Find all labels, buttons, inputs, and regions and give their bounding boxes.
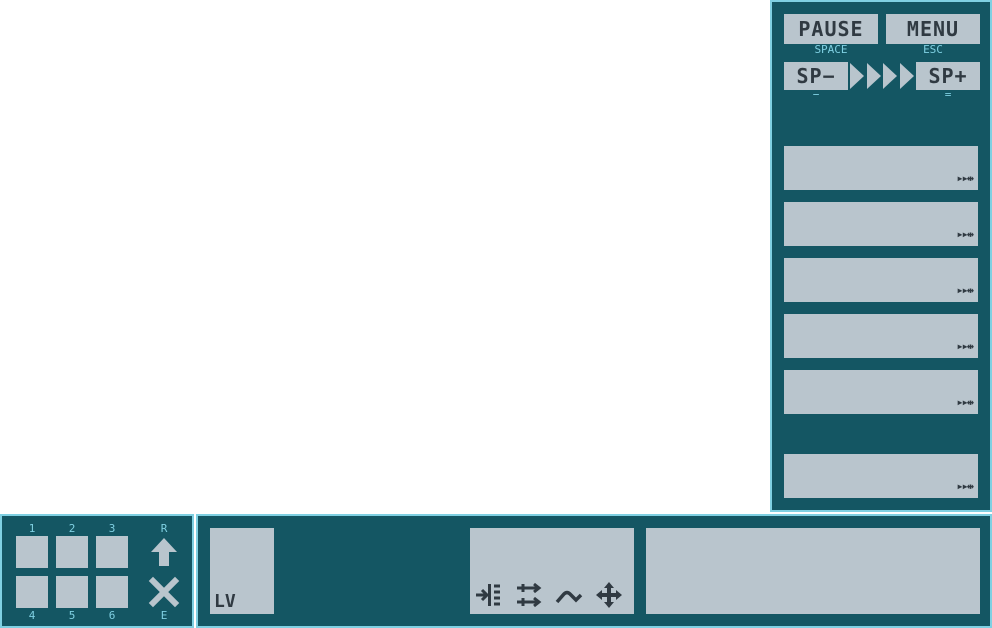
inventory-slot-6[interactable]	[96, 576, 128, 608]
tool-box	[470, 528, 634, 614]
slot-3[interactable]: ▸▸⇹	[784, 258, 978, 302]
fast-forward-swap-icon: ▸▸⇹	[956, 339, 974, 353]
fast-forward-swap-icon: ▸▸⇹	[956, 171, 974, 185]
slot-6[interactable]: ▸▸⇹	[784, 454, 978, 498]
inventory-key-2: 2	[68, 522, 76, 535]
speed-down-button[interactable]: SP−	[784, 62, 848, 90]
delete-x-icon[interactable]	[148, 576, 180, 608]
menu-key-hint: ESC	[923, 43, 943, 56]
inventory-slot-4[interactable]	[16, 576, 48, 608]
slot-4[interactable]: ▸▸⇹	[784, 314, 978, 358]
level-label: LV	[214, 591, 236, 612]
pause-button[interactable]: PAUSE	[784, 14, 878, 44]
control-panel: PAUSE SPACE MENU ESC SP− − SP+ = ▸▸⇹ ▸▸⇹…	[770, 0, 992, 512]
fast-forward-swap-icon: ▸▸⇹	[956, 227, 974, 241]
slot-2[interactable]: ▸▸⇹	[784, 202, 978, 246]
play-triangle-icon	[883, 63, 898, 89]
split-icon[interactable]	[474, 580, 504, 610]
details-box	[646, 528, 980, 614]
inventory-key-1: 1	[28, 522, 36, 535]
pause-key-hint: SPACE	[814, 43, 848, 56]
play-triangle-icon	[866, 63, 881, 89]
play-triangle-icon	[899, 63, 914, 89]
inventory-key-5: 5	[68, 609, 76, 622]
inventory-slot-1[interactable]	[16, 536, 48, 568]
menu-button[interactable]: MENU	[886, 14, 980, 44]
up-key-hint: R	[160, 522, 168, 535]
delete-key-hint: E	[160, 609, 168, 622]
speed-up-button[interactable]: SP+	[916, 62, 980, 90]
inventory-key-6: 6	[108, 609, 116, 622]
inventory-slot-2[interactable]	[56, 536, 88, 568]
curve-icon[interactable]	[554, 580, 584, 610]
speed-indicator	[850, 62, 914, 90]
inventory-key-3: 3	[108, 522, 116, 535]
slot-1[interactable]: ▸▸⇹	[784, 146, 978, 190]
up-arrow-icon[interactable]	[148, 536, 180, 568]
shuffle-icon[interactable]	[514, 580, 544, 610]
fast-forward-swap-icon: ▸▸⇹	[956, 283, 974, 297]
inventory-key-4: 4	[28, 609, 36, 622]
inventory-slot-3[interactable]	[96, 536, 128, 568]
fast-forward-swap-icon: ▸▸⇹	[956, 479, 974, 493]
move-icon[interactable]	[594, 580, 624, 610]
speed-down-key-hint: −	[812, 88, 820, 101]
info-panel: LV	[196, 514, 992, 628]
inventory-slot-5[interactable]	[56, 576, 88, 608]
level-box: LV	[210, 528, 274, 614]
fast-forward-swap-icon: ▸▸⇹	[956, 395, 974, 409]
slot-5[interactable]: ▸▸⇹	[784, 370, 978, 414]
inventory-panel: 1 2 3 R 4 5 6 E	[0, 514, 194, 628]
game-field[interactable]	[0, 0, 768, 512]
play-triangle-icon	[850, 63, 864, 89]
speed-up-key-hint: =	[944, 88, 952, 101]
